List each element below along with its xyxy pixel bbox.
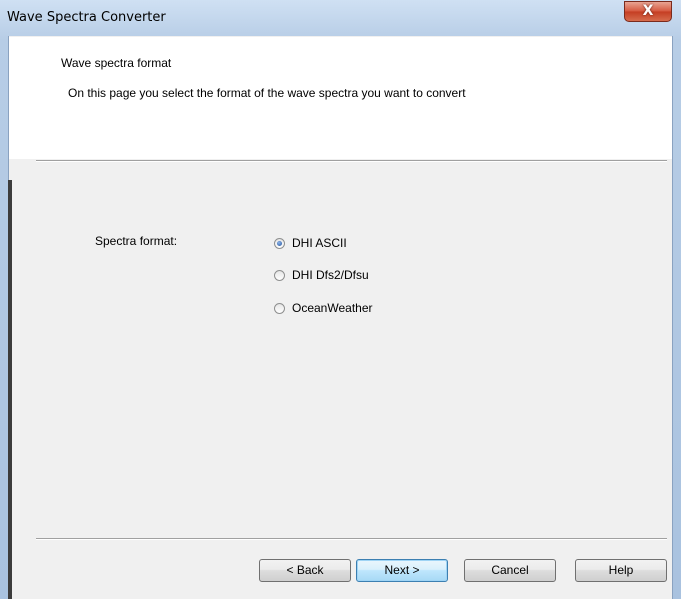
next-button[interactable]: Next >: [356, 559, 448, 582]
radio-dhi-dfs2-dfsu[interactable]: DHI Dfs2/Dfsu: [274, 268, 369, 282]
radio-dhi-ascii[interactable]: DHI ASCII: [274, 236, 347, 250]
radio-button[interactable]: [274, 269, 285, 281]
radio-label: OceanWeather: [292, 301, 373, 315]
page-title: Wave spectra format: [61, 56, 172, 70]
radio-button[interactable]: [274, 302, 285, 314]
footer-divider: [36, 538, 667, 540]
header-divider: [36, 160, 667, 162]
close-button[interactable]: X: [624, 1, 672, 22]
radio-label: DHI Dfs2/Dfsu: [292, 268, 369, 282]
title-bar[interactable]: Wave Spectra Converter X: [0, 0, 681, 36]
radio-button-checked[interactable]: [274, 237, 285, 249]
window-title: Wave Spectra Converter: [7, 10, 166, 25]
help-button[interactable]: Help: [575, 559, 667, 582]
left-edge-bar: [8, 180, 12, 599]
back-button[interactable]: < Back: [259, 559, 351, 582]
radio-label: DHI ASCII: [292, 236, 347, 250]
spectra-format-label: Spectra format:: [95, 234, 178, 248]
close-icon: X: [642, 3, 654, 19]
cancel-button[interactable]: Cancel: [464, 559, 556, 582]
radio-oceanweather[interactable]: OceanWeather: [274, 301, 373, 315]
page-subtitle: On this page you select the format of th…: [68, 86, 466, 100]
